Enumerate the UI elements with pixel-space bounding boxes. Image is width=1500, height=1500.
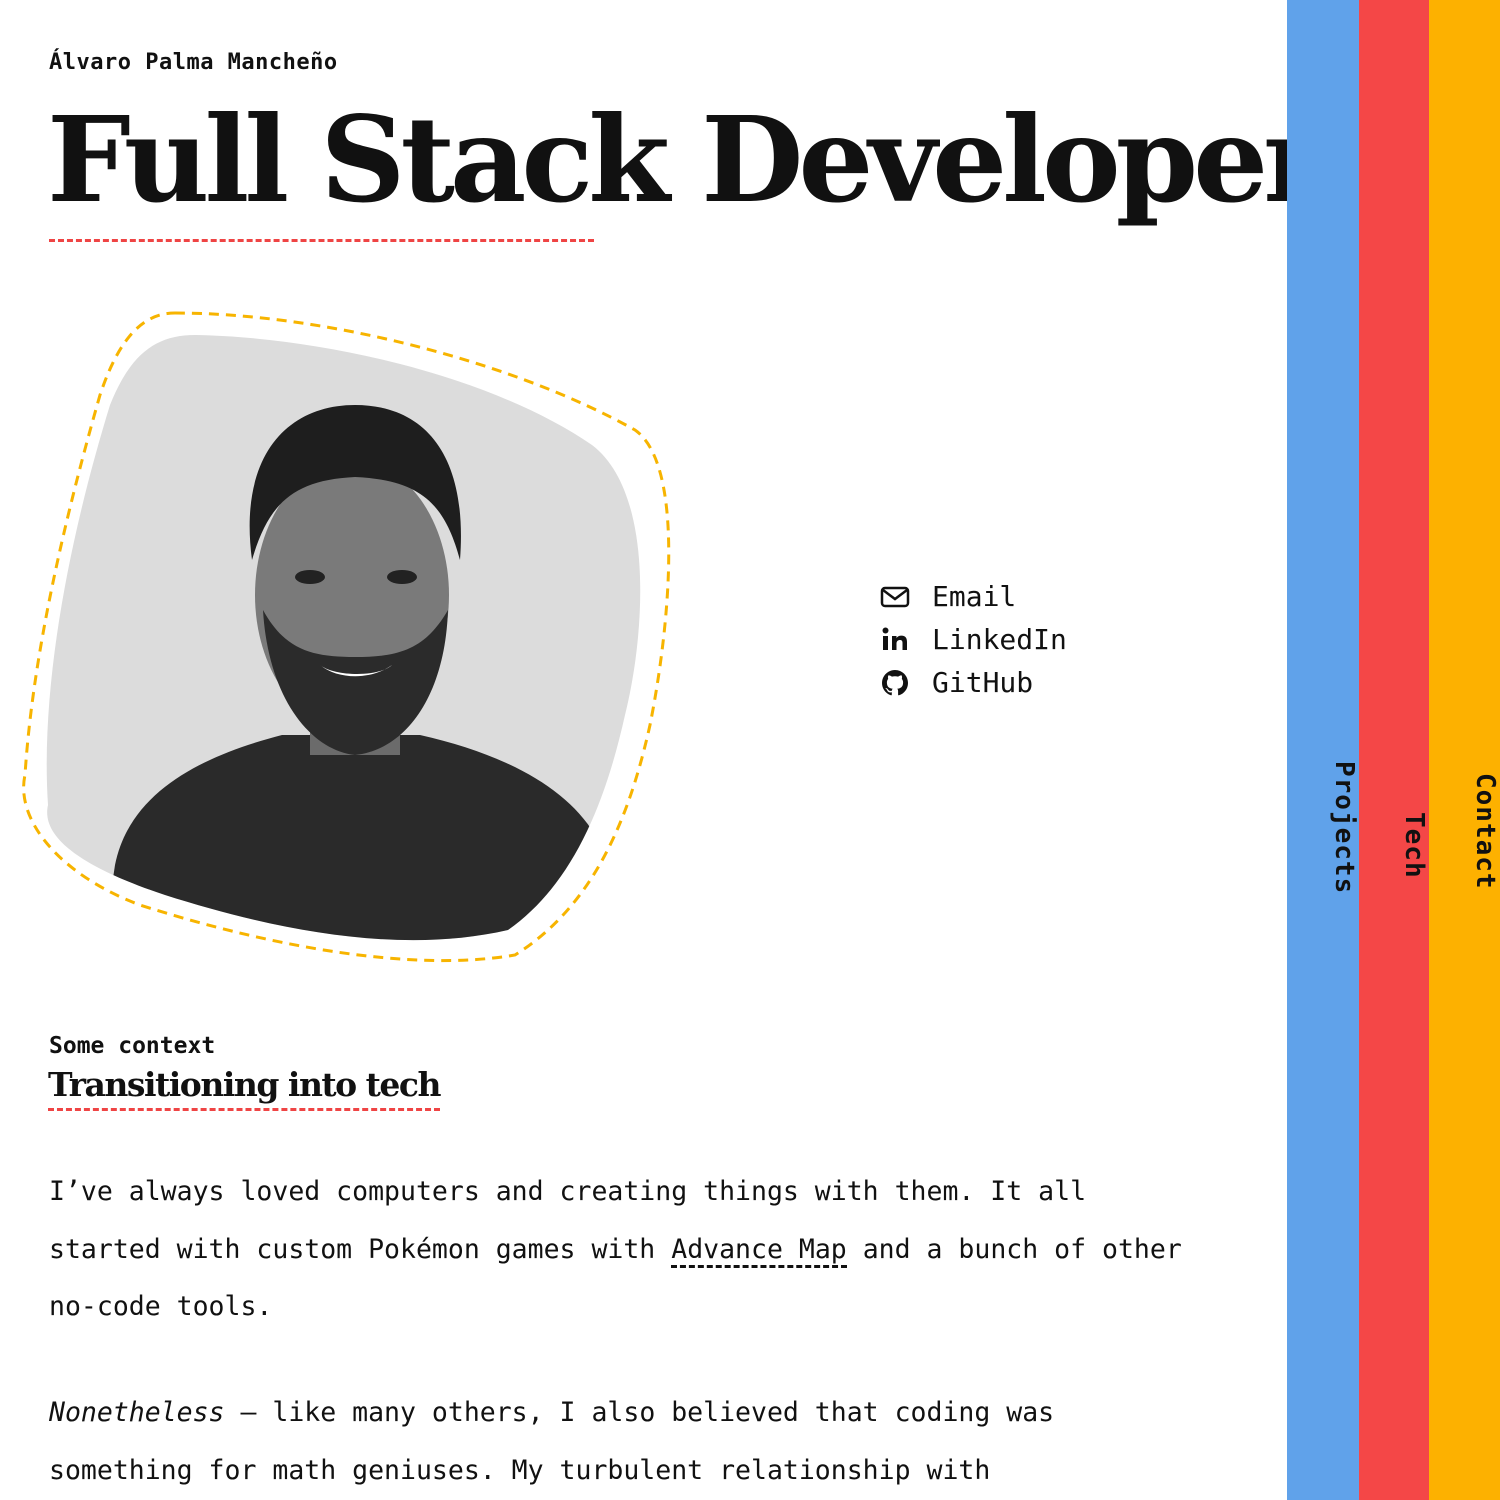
emphasis-text: Nonetheless [49, 1397, 225, 1428]
tab-contact-label: Contact [1470, 773, 1500, 890]
tab-projects-label: Projects [1329, 760, 1359, 895]
section-eyebrow: Some context [49, 1033, 216, 1059]
main-content: Álvaro Palma Mancheño Full Stack Develop… [0, 0, 1287, 1500]
profile-photo [20, 305, 675, 965]
linkedin-link-label: LinkedIn [932, 623, 1067, 656]
tab-tech-label: Tech [1399, 811, 1429, 879]
envelope-icon [880, 582, 910, 612]
linkedin-link[interactable]: LinkedIn [880, 618, 1067, 661]
author-name: Álvaro Palma Mancheño [49, 50, 338, 75]
email-link[interactable]: Email [880, 575, 1067, 618]
second-paragraph: Nonetheless — like many others, I also b… [49, 1384, 1199, 1499]
section-heading: Transitioning into tech [48, 1065, 442, 1111]
social-links: Email LinkedIn GitHub [880, 575, 1067, 704]
tab-tech[interactable]: Tech [1359, 0, 1429, 1500]
tab-contact[interactable]: Contact [1429, 0, 1500, 1500]
profile-photo-graphic [22, 311, 671, 963]
github-icon [880, 668, 910, 698]
email-link-label: Email [932, 580, 1017, 613]
intro-paragraph: I’ve always loved computers and creating… [49, 1163, 1199, 1336]
page-title: Full Stack Developer [47, 90, 1287, 229]
github-link[interactable]: GitHub [880, 661, 1067, 704]
github-link-label: GitHub [932, 666, 1034, 699]
advance-map-link[interactable]: Advance Map [671, 1233, 847, 1268]
title-underline-decoration [49, 239, 594, 242]
tab-projects[interactable]: Projects [1287, 0, 1359, 1500]
linkedin-icon [880, 625, 910, 655]
